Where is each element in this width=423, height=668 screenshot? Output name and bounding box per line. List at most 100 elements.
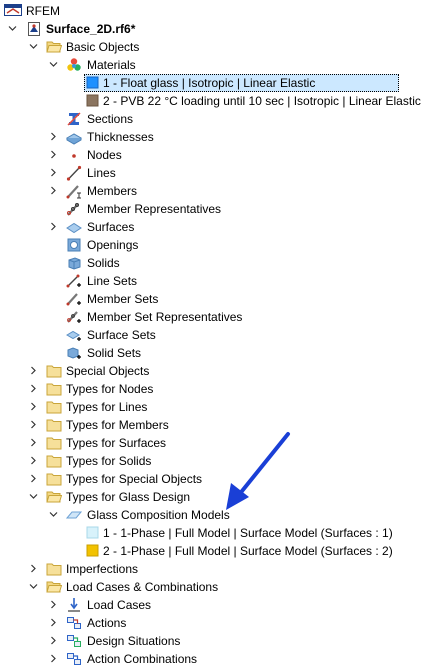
tree-node-imperfections[interactable]: Imperfections	[0, 560, 423, 578]
tree-node-glass-model-1[interactable]: 1 - 1-Phase | Full Model | Surface Model…	[0, 524, 423, 542]
folder-icon	[46, 453, 62, 469]
tree-node-load-cases[interactable]: Load Cases	[0, 596, 423, 614]
chevron-right-icon[interactable]	[28, 563, 39, 574]
thicknesses-icon	[66, 129, 82, 145]
tree-label-load-cases: Load Cases	[87, 598, 152, 612]
tree-node-material-2[interactable]: 2 - PVB 22 °C loading until 10 sec | Iso…	[0, 92, 423, 110]
tree-node-rfem[interactable]: RFEM	[0, 2, 423, 20]
tree-node-member-representatives[interactable]: Member Representatives	[0, 200, 423, 218]
tree-label-rfem: RFEM	[26, 4, 60, 18]
glass-model-color-swatch-1	[85, 525, 101, 541]
tree-node-solid-sets[interactable]: Solid Sets	[0, 344, 423, 362]
tree-label-openings: Openings	[87, 238, 139, 252]
lines-icon	[66, 165, 82, 181]
tree-node-special-objects[interactable]: Special Objects	[0, 362, 423, 380]
tree-label-thicknesses: Thicknesses	[87, 130, 154, 144]
chevron-right-icon[interactable]	[28, 365, 39, 376]
tree-node-glass-model-2[interactable]: 2 - 1-Phase | Full Model | Surface Model…	[0, 542, 423, 560]
folder-icon	[46, 381, 62, 397]
folder-icon	[46, 399, 62, 415]
tree-node-line-sets[interactable]: Line Sets	[0, 272, 423, 290]
materials-icon	[66, 57, 82, 73]
tree-label-surface-sets: Surface Sets	[87, 328, 156, 342]
tree-label-glass-models: Glass Composition Models	[87, 508, 230, 522]
tree-node-lines[interactable]: Lines	[0, 164, 423, 182]
chevron-down-icon[interactable]	[7, 23, 18, 34]
tree-label-member-representatives: Member Representatives	[87, 202, 222, 216]
tree-node-types-special[interactable]: Types for Special Objects	[0, 470, 423, 488]
tree-label-types-surfaces: Types for Surfaces	[66, 436, 167, 450]
tree-node-action-combinations[interactable]: Action Combinations	[0, 650, 423, 668]
tree-label-file: Surface_2D.rf6*	[46, 22, 136, 36]
folder-open-icon	[46, 579, 62, 595]
chevron-down-icon[interactable]	[28, 581, 39, 592]
tree-node-actions[interactable]: Actions	[0, 614, 423, 632]
tree-node-sections[interactable]: Sections	[0, 110, 423, 128]
chevron-right-icon[interactable]	[48, 635, 59, 646]
chevron-right-icon[interactable]	[28, 419, 39, 430]
chevron-right-icon[interactable]	[48, 149, 59, 160]
tree-node-materials[interactable]: Materials	[0, 56, 423, 74]
folder-open-icon	[46, 489, 62, 505]
tree-label-member-set-representatives: Member Set Representatives	[87, 310, 243, 324]
tree-node-types-lines[interactable]: Types for Lines	[0, 398, 423, 416]
tree-node-surfaces[interactable]: Surfaces	[0, 218, 423, 236]
tree-label-member-sets: Member Sets	[87, 292, 159, 306]
chevron-right-icon[interactable]	[28, 383, 39, 394]
tree-label-solids: Solids	[87, 256, 120, 270]
tree-node-types-glass[interactable]: Types for Glass Design	[0, 488, 423, 506]
material-color-swatch-2	[85, 93, 101, 109]
tree-label-materials: Materials	[87, 58, 136, 72]
tree-label-sections: Sections	[87, 112, 134, 126]
chevron-right-icon[interactable]	[48, 131, 59, 142]
chevron-down-icon[interactable]	[48, 509, 59, 520]
tree-label-types-glass: Types for Glass Design	[66, 490, 191, 504]
tree-node-types-members[interactable]: Types for Members	[0, 416, 423, 434]
design-situations-icon	[66, 633, 82, 649]
chevron-right-icon[interactable]	[28, 455, 39, 466]
line-sets-icon	[66, 273, 82, 289]
chevron-right-icon[interactable]	[48, 221, 59, 232]
tree-node-types-nodes[interactable]: Types for Nodes	[0, 380, 423, 398]
tree-node-glass-models[interactable]: Glass Composition Models	[0, 506, 423, 524]
tree-node-design-situations[interactable]: Design Situations	[0, 632, 423, 650]
tree-node-member-sets[interactable]: Member Sets	[0, 290, 423, 308]
tree-node-thicknesses[interactable]: Thicknesses	[0, 128, 423, 146]
action-combinations-icon	[66, 651, 82, 667]
tree-label-members: Members	[87, 184, 138, 198]
member-sets-icon	[66, 291, 82, 307]
tree-node-nodes[interactable]: Nodes	[0, 146, 423, 164]
chevron-right-icon[interactable]	[48, 653, 59, 664]
chevron-right-icon[interactable]	[48, 617, 59, 628]
folder-open-icon	[46, 39, 62, 55]
chevron-right-icon[interactable]	[28, 437, 39, 448]
tree-node-material-1[interactable]: 1 - Float glass | Isotropic | Linear Ela…	[0, 74, 423, 92]
chevron-right-icon[interactable]	[48, 599, 59, 610]
chevron-right-icon[interactable]	[48, 167, 59, 178]
chevron-right-icon[interactable]	[28, 401, 39, 412]
tree-label-material-1: 1 - Float glass | Isotropic | Linear Ela…	[103, 76, 316, 90]
tree-node-types-surfaces[interactable]: Types for Surfaces	[0, 434, 423, 452]
members-icon	[66, 183, 82, 199]
tree-node-types-solids[interactable]: Types for Solids	[0, 452, 423, 470]
tree-node-openings[interactable]: Openings	[0, 236, 423, 254]
tree-node-members[interactable]: Members	[0, 182, 423, 200]
chevron-down-icon[interactable]	[28, 491, 39, 502]
tree-label-imperfections: Imperfections	[66, 562, 139, 576]
chevron-down-icon[interactable]	[48, 59, 59, 70]
tree-node-surface-sets[interactable]: Surface Sets	[0, 326, 423, 344]
tree-node-basic-objects[interactable]: Basic Objects	[0, 38, 423, 56]
tree-node-load-cases-combinations[interactable]: Load Cases & Combinations	[0, 578, 423, 596]
tree-node-solids[interactable]: Solids	[0, 254, 423, 272]
chevron-right-icon[interactable]	[28, 473, 39, 484]
tree-node-file[interactable]: Surface_2D.rf6*	[0, 20, 423, 38]
folder-icon	[46, 561, 62, 577]
folder-icon	[46, 363, 62, 379]
folder-icon	[46, 471, 62, 487]
member-set-representatives-icon	[66, 309, 82, 325]
chevron-down-icon[interactable]	[28, 41, 39, 52]
chevron-right-icon[interactable]	[48, 185, 59, 196]
load-cases-icon	[66, 597, 82, 613]
openings-icon	[66, 237, 82, 253]
tree-node-member-set-representatives[interactable]: Member Set Representatives	[0, 308, 423, 326]
